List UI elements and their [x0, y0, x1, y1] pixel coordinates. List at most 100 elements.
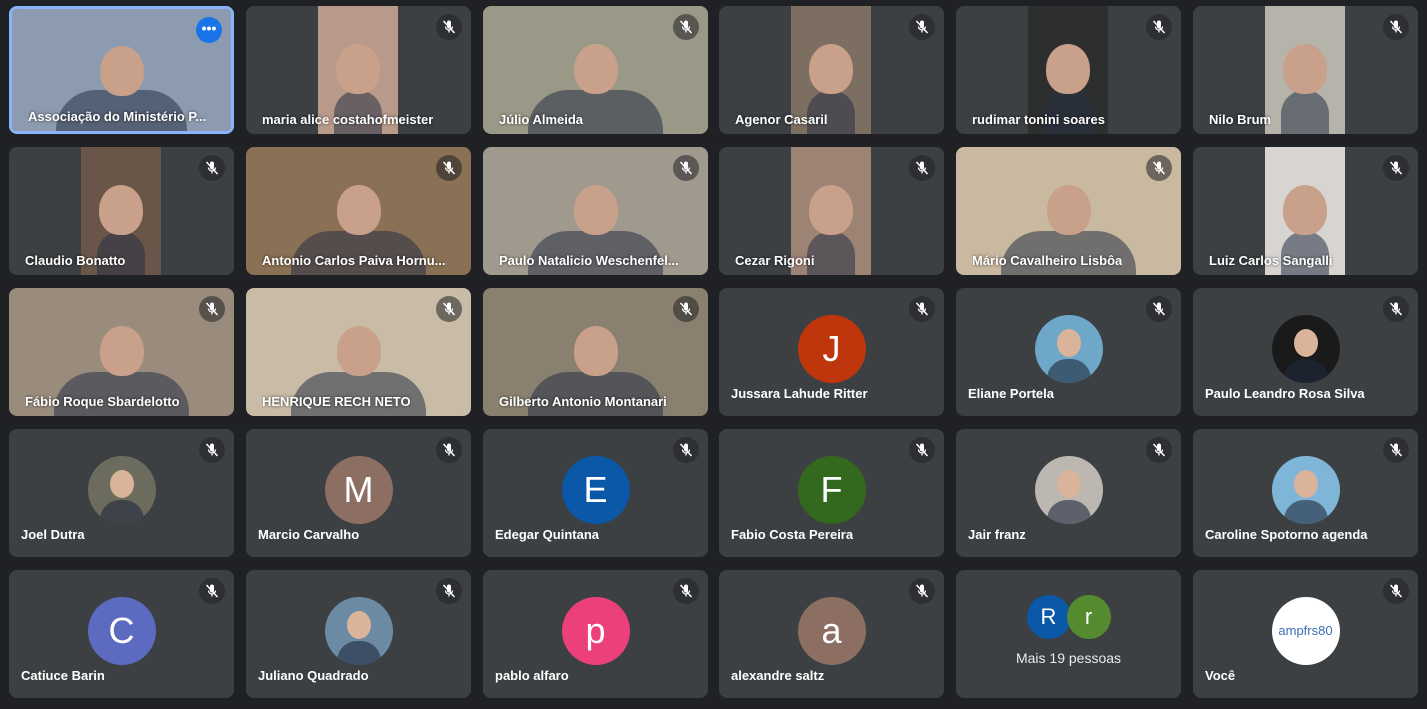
- participant-avatar: [324, 597, 393, 665]
- participant-name: Você: [1205, 668, 1236, 683]
- participant-name: Antonio Carlos Paiva Hornu...: [262, 253, 446, 268]
- participant-tile[interactable]: C Catiuce Barin: [9, 570, 234, 698]
- profile-photo-body: [99, 500, 144, 524]
- participant-avatar: [1034, 315, 1103, 383]
- participant-avatar: ampfrs80: [1271, 597, 1340, 665]
- participant-video: [1265, 6, 1345, 134]
- participant-name: Cezar Rigoni: [735, 253, 815, 268]
- mic-off-icon: [1146, 14, 1172, 40]
- participant-name: Jussara Lahude Ritter: [731, 386, 868, 401]
- participant-tile[interactable]: M Marcio Carvalho: [246, 429, 471, 557]
- profile-photo-body: [1283, 500, 1328, 524]
- participant-tile[interactable]: a alexandre saltz: [719, 570, 944, 698]
- participant-tile[interactable]: Eliane Portela: [956, 288, 1181, 416]
- participant-tile[interactable]: Jair franz: [956, 429, 1181, 557]
- participant-tile[interactable]: Luiz Carlos Sangalli: [1193, 147, 1418, 275]
- mic-off-icon: [1146, 155, 1172, 181]
- mic-off-icon: [673, 437, 699, 463]
- participant-tile[interactable]: Rr Mais 19 pessoas: [956, 570, 1181, 698]
- participant-avatar: F: [797, 456, 866, 524]
- participant-tile[interactable]: maria alice costahofmeister: [246, 6, 471, 134]
- participant-face: [573, 44, 618, 95]
- participant-name: Paulo Leandro Rosa Silva: [1205, 386, 1365, 401]
- mic-off-icon: [673, 296, 699, 322]
- participant-name: Catiuce Barin: [21, 668, 105, 683]
- participant-face: [573, 185, 618, 236]
- mic-off-icon: [436, 155, 462, 181]
- participant-avatar: E: [561, 456, 630, 524]
- participant-name: alexandre saltz: [731, 668, 825, 683]
- participant-avatar: [1271, 456, 1340, 524]
- more-options-icon[interactable]: •••: [196, 17, 222, 43]
- mic-off-icon: [199, 437, 225, 463]
- participant-name: Claudio Bonatto: [25, 253, 126, 268]
- mic-off-icon: [1146, 437, 1172, 463]
- mic-off-icon: [673, 14, 699, 40]
- mini-avatar: r: [1066, 595, 1111, 639]
- participant-face: [1283, 44, 1327, 95]
- participant-name: Paulo Natalicio Weschenfel...: [499, 253, 679, 268]
- participant-avatar: a: [797, 597, 866, 665]
- participant-tile[interactable]: Júlio Almeida: [483, 6, 708, 134]
- participant-avatar: C: [87, 597, 156, 665]
- more-people-label: Mais 19 pessoas: [1015, 650, 1122, 666]
- mic-off-icon: [673, 155, 699, 181]
- participant-name: Gilberto Antonio Montanari: [499, 394, 667, 409]
- participant-face: [809, 44, 853, 95]
- participant-tile[interactable]: Cezar Rigoni: [719, 147, 944, 275]
- participant-avatar: p: [561, 597, 630, 665]
- mic-off-icon: [1383, 14, 1409, 40]
- mic-off-icon: [199, 296, 225, 322]
- profile-photo-body: [336, 641, 381, 665]
- participant-name: Júlio Almeida: [499, 112, 584, 127]
- participant-tile[interactable]: Associação do Ministério P... •••: [9, 6, 234, 134]
- participant-tile[interactable]: Antonio Carlos Paiva Hornu...: [246, 147, 471, 275]
- participant-name: maria alice costahofmeister: [262, 112, 434, 127]
- participant-tile[interactable]: HENRIQUE RECH NETO: [246, 288, 471, 416]
- participant-face: [573, 326, 618, 377]
- mic-off-icon: [436, 296, 462, 322]
- participant-tile[interactable]: Fábio Roque Sbardelotto: [9, 288, 234, 416]
- participant-tile[interactable]: Agenor Casaril: [719, 6, 944, 134]
- participant-avatar: J: [797, 315, 866, 383]
- participant-face: [336, 326, 381, 377]
- participant-name: Joel Dutra: [21, 527, 85, 542]
- mic-off-icon: [909, 437, 935, 463]
- participant-grid: Associação do Ministério P... ••• maria al…: [0, 0, 1427, 709]
- profile-photo-body: [1283, 359, 1328, 383]
- participant-name: rudimar tonini soares: [972, 112, 1105, 127]
- participant-tile[interactable]: Paulo Natalicio Weschenfel...: [483, 147, 708, 275]
- participant-tile[interactable]: Nilo Brum: [1193, 6, 1418, 134]
- mic-off-icon: [909, 296, 935, 322]
- participant-tile[interactable]: rudimar tonini soares: [956, 6, 1181, 134]
- mic-off-icon: [1383, 578, 1409, 604]
- participant-avatar: [87, 456, 156, 524]
- mic-off-icon: [909, 14, 935, 40]
- participant-face: [1046, 44, 1090, 95]
- mic-off-icon: [436, 437, 462, 463]
- participant-tile[interactable]: Caroline Spotorno agenda: [1193, 429, 1418, 557]
- participant-face: [336, 44, 380, 95]
- participant-tile[interactable]: Paulo Leandro Rosa Silva: [1193, 288, 1418, 416]
- profile-photo-face: [1293, 470, 1318, 498]
- participant-tile[interactable]: Juliano Quadrado: [246, 570, 471, 698]
- participant-tile[interactable]: Joel Dutra: [9, 429, 234, 557]
- participant-face: [99, 45, 144, 96]
- participant-name: pablo alfaro: [495, 668, 569, 683]
- mic-off-icon: [199, 578, 225, 604]
- mic-off-icon: [1146, 296, 1172, 322]
- participant-tile[interactable]: E Edegar Quintana: [483, 429, 708, 557]
- participant-name: Fábio Roque Sbardelotto: [25, 394, 180, 409]
- participant-face: [99, 185, 143, 236]
- participant-tile[interactable]: F Fabio Costa Pereira: [719, 429, 944, 557]
- participant-name: Marcio Carvalho: [258, 527, 360, 542]
- participant-tile[interactable]: Claudio Bonatto: [9, 147, 234, 275]
- participant-avatar: [1034, 456, 1103, 524]
- participant-tile[interactable]: p pablo alfaro: [483, 570, 708, 698]
- participant-tile[interactable]: Gilberto Antonio Montanari: [483, 288, 708, 416]
- participant-face: [1046, 185, 1091, 236]
- participant-tile[interactable]: J Jussara Lahude Ritter: [719, 288, 944, 416]
- participant-tile[interactable]: Mário Cavalheiro Lisbôa: [956, 147, 1181, 275]
- more-people-avatars: Rr: [1026, 595, 1113, 639]
- participant-tile[interactable]: ampfrs80 Você: [1193, 570, 1418, 698]
